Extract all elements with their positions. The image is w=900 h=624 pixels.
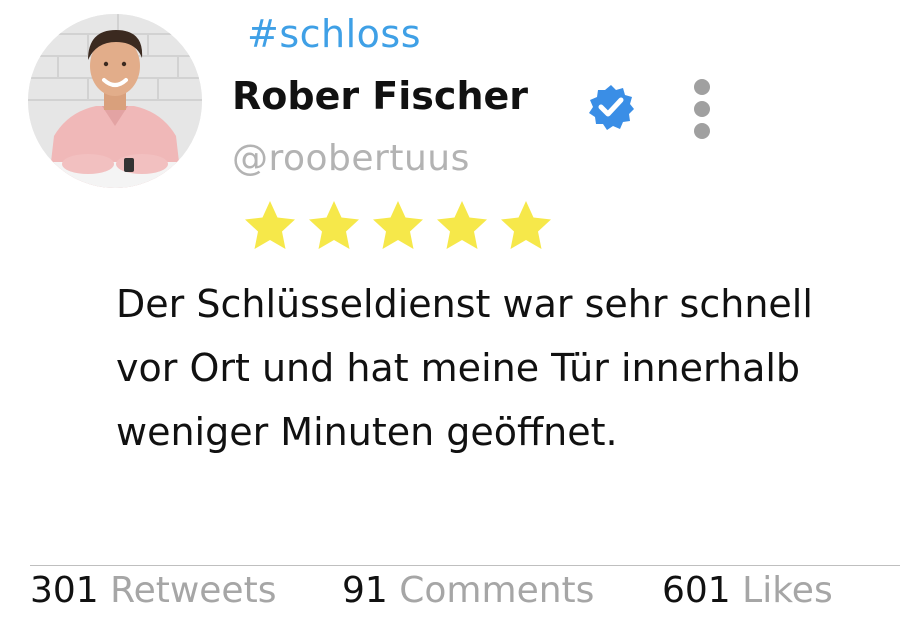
- star-icon: [309, 201, 359, 249]
- author-handle[interactable]: @roobertuus: [232, 138, 470, 179]
- likes-count: 601: [662, 570, 731, 611]
- retweets-count: 301: [30, 570, 99, 611]
- likes-stat[interactable]: 601 Likes: [662, 570, 833, 611]
- comments-count: 91: [342, 570, 388, 611]
- comments-stat[interactable]: 91 Comments: [342, 570, 594, 611]
- author-name[interactable]: Rober Fischer: [232, 74, 528, 118]
- star-icon: [501, 201, 551, 249]
- avatar[interactable]: [28, 14, 202, 188]
- retweets-label: Retweets: [110, 570, 277, 611]
- divider: [30, 565, 900, 566]
- more-vertical-icon: [694, 79, 710, 139]
- verified-badge-icon: [589, 85, 634, 130]
- star-icon: [245, 201, 295, 249]
- star-rating: [242, 198, 554, 254]
- star-icon: [373, 201, 423, 249]
- hashtag-link[interactable]: #schloss: [247, 12, 421, 56]
- likes-label: Likes: [742, 570, 833, 611]
- retweets-stat[interactable]: 301 Retweets: [30, 570, 276, 611]
- more-options-button[interactable]: [688, 78, 716, 144]
- comments-label: Comments: [399, 570, 595, 611]
- review-text: Der Schlüsseldienst war sehr schnell vor…: [116, 282, 813, 454]
- star-icon: [437, 201, 487, 249]
